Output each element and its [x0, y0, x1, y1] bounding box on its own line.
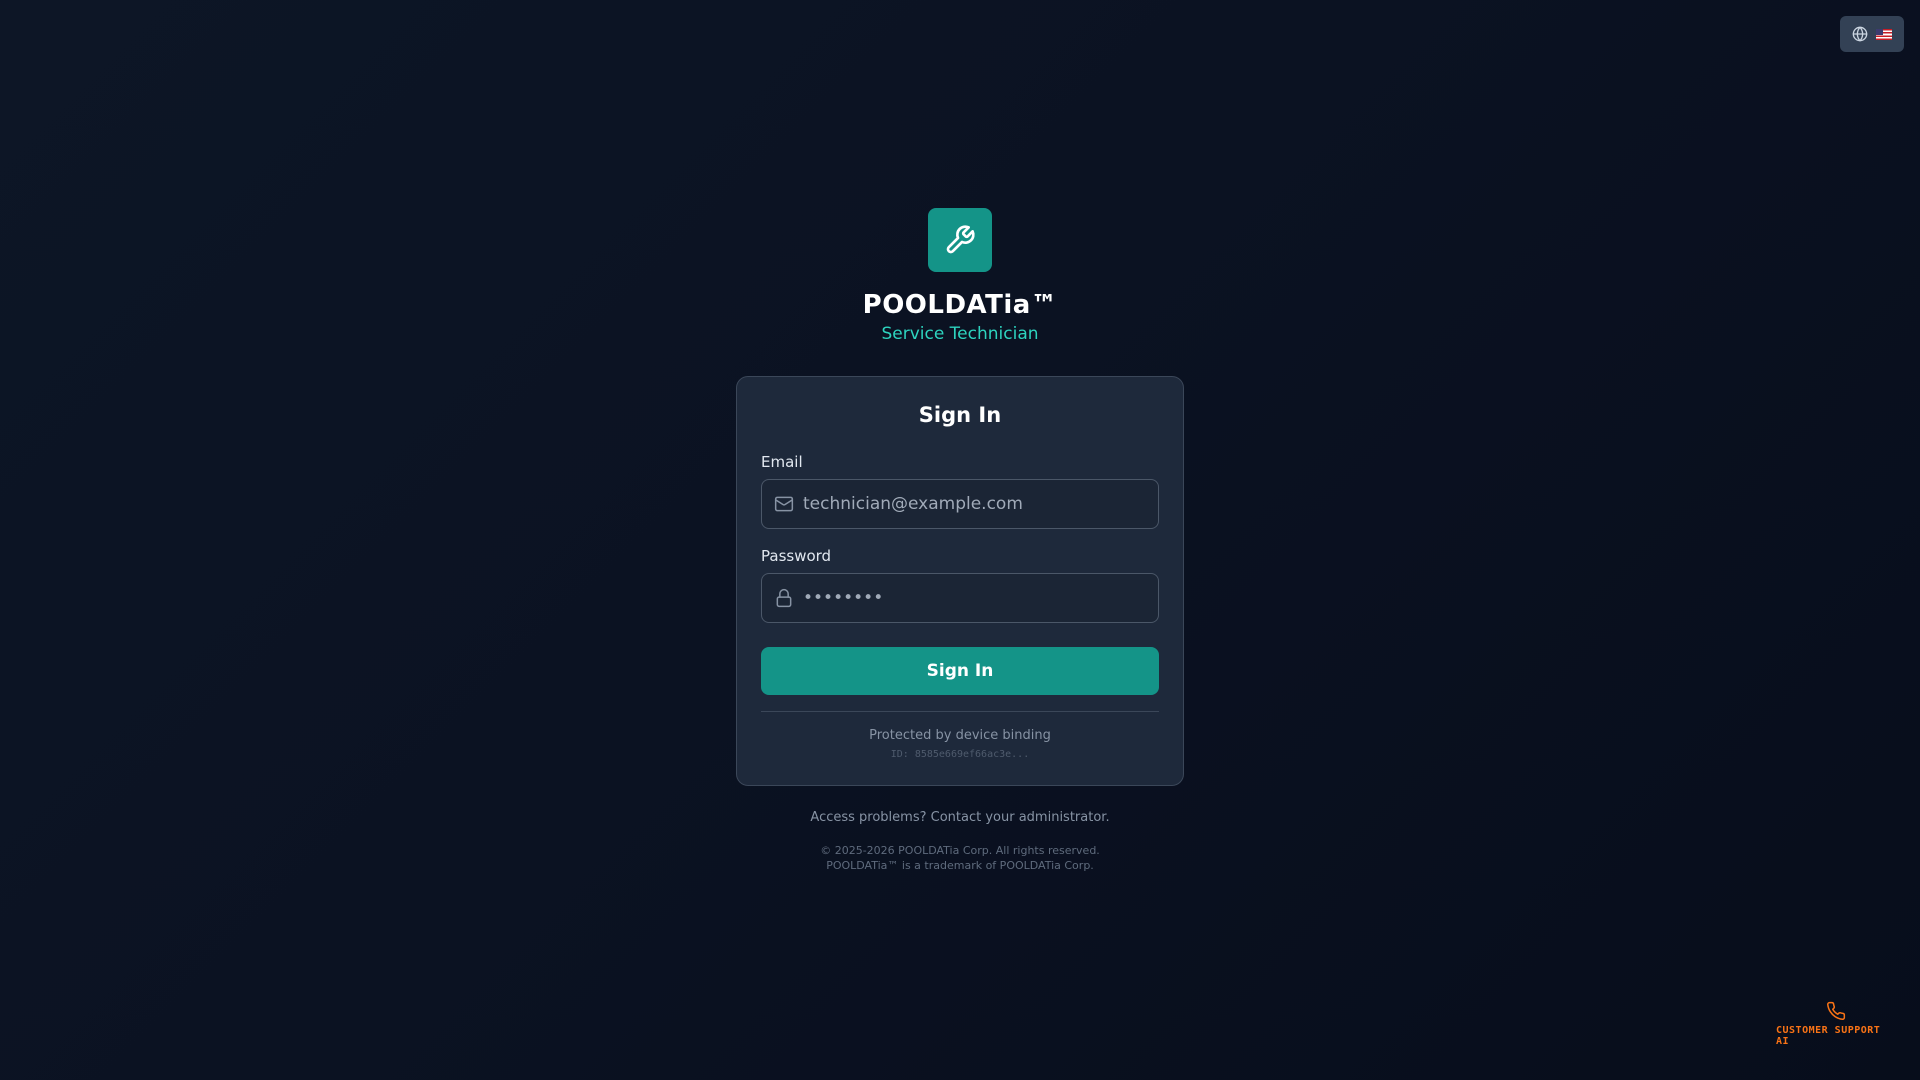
access-help-text: Access problems? Contact your administra…: [810, 810, 1110, 825]
globe-icon: [1852, 26, 1868, 42]
app-logo: [928, 208, 992, 272]
signin-card: Sign In Email Password Sign In Protected…: [736, 376, 1184, 786]
us-flag-icon: [1876, 28, 1892, 40]
lock-icon: [776, 588, 792, 608]
signin-button[interactable]: Sign In: [761, 647, 1159, 695]
signin-title: Sign In: [918, 403, 1002, 427]
email-label: Email: [761, 453, 803, 471]
wrench-icon: [946, 225, 975, 254]
device-binding-notice: Protected by device binding: [869, 728, 1051, 743]
password-label: Password: [761, 547, 832, 565]
brand-header: POOLDATia™ Service Technician: [0, 208, 1920, 344]
language-switcher[interactable]: [1840, 16, 1904, 52]
copyright-text: © 2025-2026 POOLDATia Corp. All rights r…: [820, 844, 1100, 857]
email-field-wrapper: [761, 479, 1159, 529]
divider: [761, 711, 1159, 712]
phone-icon: [1827, 1001, 1846, 1021]
mail-icon: [774, 496, 794, 512]
app-subtitle: Service Technician: [881, 324, 1039, 344]
app-name: POOLDATia™: [862, 290, 1058, 320]
customer-support-label: CUSTOMER SUPPORT AI: [1776, 1025, 1881, 1047]
trademark-text: POOLDATia™ is a trademark of POOLDATia C…: [826, 859, 1094, 872]
copyright-block: © 2025-2026 POOLDATia Corp. All rights r…: [0, 843, 1920, 873]
email-input[interactable]: [803, 494, 1146, 514]
password-input[interactable]: [803, 588, 1146, 608]
device-id: ID: 8585e669ef66ac3e...: [890, 749, 1030, 760]
customer-support-button[interactable]: CUSTOMER SUPPORT AI: [1776, 1001, 1896, 1047]
password-field-wrapper: [761, 573, 1159, 623]
